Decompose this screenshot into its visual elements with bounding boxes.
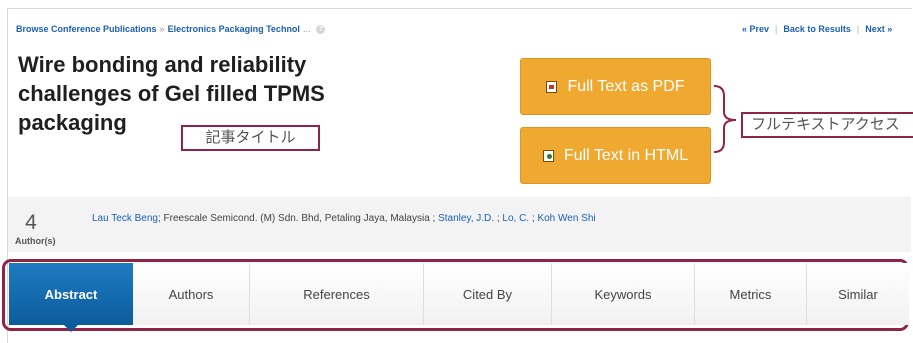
breadcrumb-item-conferences[interactable]: Browse Conference Publications (16, 24, 157, 34)
result-pager: « Prev | Back to Results | Next » (742, 24, 892, 34)
breadcrumb-separator: » (159, 24, 165, 34)
article-tabs: Abstract Authors References Cited By Key… (9, 263, 909, 332)
author-count: 4 (25, 211, 37, 234)
breadcrumb: Browse Conference Publications» Electroni… (16, 24, 326, 35)
pager-divider: | (775, 24, 778, 34)
authors-strip (8, 197, 911, 252)
author-list: Lau Teck Beng; Freescale Semicond. (M) S… (92, 213, 596, 224)
breadcrumb-ellipsis: ... (302, 24, 311, 34)
tab-similar[interactable]: Similar (807, 263, 909, 325)
article-title: Wire bonding and reliability challenges … (18, 52, 325, 135)
full-text-html-button[interactable]: Full Text in HTML (520, 127, 711, 184)
next-link[interactable]: Next » (865, 24, 892, 34)
tab-authors[interactable]: Authors (133, 263, 250, 325)
pager-divider: | (856, 24, 860, 34)
tab-keywords[interactable]: Keywords (552, 263, 695, 325)
breadcrumb-item-publication[interactable]: Electronics Packaging Technol (168, 24, 300, 34)
html-document-icon (542, 149, 554, 162)
full-text-html-label: Full Text in HTML (563, 146, 689, 164)
author-link[interactable]: Stanley, J.D. (438, 213, 494, 224)
author-count-label: Author(s) (15, 236, 56, 246)
tab-cited-by[interactable]: Cited By (424, 263, 552, 325)
author-link[interactable]: Lau Teck Beng (92, 213, 158, 224)
back-to-results-link[interactable]: Back to Results (783, 24, 851, 34)
pdf-icon (546, 80, 558, 93)
help-icon[interactable]: ? (316, 25, 326, 35)
curly-brace-icon (713, 85, 737, 153)
author-link[interactable]: Lo, C. (502, 213, 529, 224)
author-affiliation: ; Freescale Semicond. (M) Sdn. Bhd, Peta… (157, 213, 439, 224)
full-text-pdf-label: Full Text as PDF (567, 77, 685, 95)
author-link[interactable]: Koh Wen Shi (537, 213, 595, 224)
full-text-pdf-button[interactable]: Full Text as PDF (520, 58, 711, 115)
tab-references[interactable]: References (250, 263, 424, 325)
tab-metrics[interactable]: Metrics (695, 263, 807, 325)
title-annotation: 記事タイトル (181, 125, 320, 151)
fulltext-annotation: フルテキストアクセス (741, 112, 913, 138)
tab-abstract[interactable]: Abstract (9, 263, 133, 332)
prev-link[interactable]: « Prev (742, 24, 769, 34)
